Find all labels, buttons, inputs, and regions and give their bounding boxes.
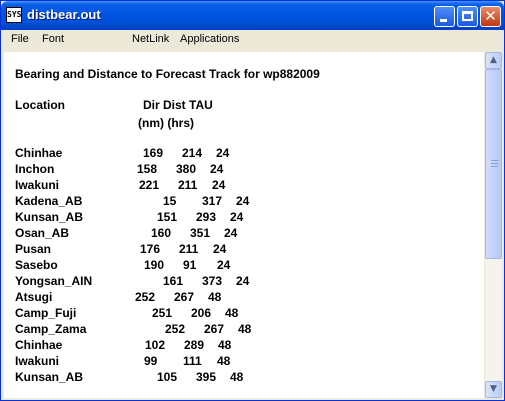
distance-value: 111 — [183, 354, 202, 368]
location-name: Chinhae — [15, 146, 63, 160]
distance-value: 214 — [182, 146, 203, 160]
maximize-icon — [458, 7, 477, 26]
location-name: Camp_Zama — [15, 322, 87, 336]
grip-line — [491, 163, 498, 164]
direction-value: 176 — [140, 242, 161, 256]
column-header-location: Location — [15, 98, 65, 112]
close-button[interactable]: ✕ — [480, 6, 501, 27]
location-name: Iwakuni — [15, 354, 60, 368]
tau-value: 48 — [218, 338, 232, 352]
report-title: Bearing and Distance to Forecast Track f… — [15, 67, 320, 81]
tau-value: 24 — [236, 274, 250, 288]
location-name: Pusan — [15, 242, 52, 256]
direction-value: 99 — [144, 354, 158, 368]
distance-value: 91 — [183, 258, 197, 272]
location-name: Yongsan_AIN — [15, 274, 93, 288]
direction-value: 102 — [145, 338, 166, 352]
title-bar[interactable]: SYS distbear.out ✕ — [1, 1, 504, 30]
direction-value: 221 — [139, 178, 160, 192]
location-name: Kunsan_AB — [15, 210, 84, 224]
column-header-units: (nm) (hrs) — [138, 116, 194, 130]
tau-value: 24 — [217, 258, 231, 272]
direction-value: 252 — [165, 322, 186, 336]
distance-value: 206 — [191, 306, 212, 320]
distance-value: 395 — [196, 370, 217, 384]
distance-value: 317 — [202, 194, 223, 208]
distance-value: 289 — [184, 338, 205, 352]
direction-value: 251 — [152, 306, 173, 320]
location-name: Kunsan_AB — [15, 370, 84, 384]
tau-value: 24 — [236, 194, 250, 208]
column-header-dir-dist-tau: Dir Dist TAU — [143, 98, 213, 112]
direction-value: 151 — [157, 210, 178, 224]
tau-value: 24 — [230, 210, 244, 224]
menu-applications[interactable]: Applications — [180, 33, 239, 45]
direction-value: 161 — [163, 274, 184, 288]
location-name: Iwakuni — [15, 178, 60, 192]
distance-value: 373 — [202, 274, 223, 288]
direction-value: 160 — [151, 226, 172, 240]
direction-value: 15 — [163, 194, 177, 208]
minimize-icon — [435, 7, 454, 26]
application-window: SYS distbear.out ✕ File Font NetLink App… — [0, 0, 505, 401]
window-title: distbear.out — [27, 7, 101, 22]
menu-file[interactable]: File — [11, 33, 29, 45]
close-icon: ✕ — [484, 7, 497, 25]
distance-value: 380 — [176, 162, 197, 176]
vertical-scrollbar[interactable]: ▲ ▼ — [485, 52, 502, 398]
minimize-button[interactable] — [434, 6, 455, 27]
tau-value: 24 — [212, 178, 226, 192]
direction-value: 169 — [143, 146, 164, 160]
tau-value: 48 — [208, 290, 222, 304]
tau-value: 24 — [213, 242, 227, 256]
distance-value: 293 — [196, 210, 217, 224]
tau-value: 24 — [216, 146, 230, 160]
grip-line — [491, 160, 498, 161]
direction-value: 105 — [157, 370, 178, 384]
scroll-thumb[interactable] — [485, 69, 502, 259]
maximize-button[interactable] — [457, 6, 478, 27]
distance-value: 211 — [178, 178, 198, 192]
scroll-up-arrow-icon: ▲ — [490, 55, 497, 65]
distance-value: 211 — [179, 242, 199, 256]
tau-value: 24 — [210, 162, 224, 176]
scroll-down-arrow-icon: ▼ — [490, 384, 497, 394]
app-icon[interactable]: SYS — [6, 7, 22, 23]
distance-value: 351 — [190, 226, 211, 240]
location-name: Sasebo — [15, 258, 58, 272]
tau-value: 48 — [238, 322, 252, 336]
grip-line — [491, 166, 498, 167]
distance-value: 267 — [174, 290, 195, 304]
scroll-up-button[interactable]: ▲ — [485, 52, 502, 69]
menu-netlink[interactable]: NetLink — [132, 33, 169, 45]
location-name: Camp_Fuji — [15, 306, 77, 320]
tau-value: 48 — [230, 370, 244, 384]
direction-value: 190 — [144, 258, 165, 272]
distance-value: 267 — [204, 322, 225, 336]
tau-value: 48 — [217, 354, 231, 368]
tau-value: 24 — [224, 226, 238, 240]
location-name: Osan_AB — [15, 226, 70, 240]
text-content-area[interactable]: Bearing and Distance to Forecast Track f… — [4, 52, 484, 398]
location-name: Atsugi — [15, 290, 53, 304]
scroll-down-button[interactable]: ▼ — [485, 381, 502, 398]
location-name: Inchon — [15, 162, 55, 176]
direction-value: 158 — [137, 162, 158, 176]
menu-bar: File Font NetLink Applications — [2, 30, 503, 50]
direction-value: 252 — [135, 290, 156, 304]
menu-font[interactable]: Font — [42, 33, 64, 45]
location-name: Chinhae — [15, 338, 63, 352]
tau-value: 48 — [225, 306, 239, 320]
location-name: Kadena_AB — [15, 194, 83, 208]
